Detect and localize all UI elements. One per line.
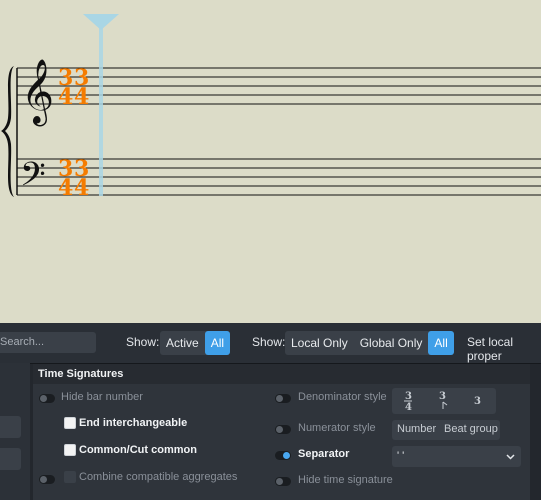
local-only-button[interactable]: Local Only [285, 331, 354, 355]
hide-bar-number-label: Hide bar number [61, 391, 143, 403]
denominator-style-picker[interactable]: 3 4 3 3 [392, 388, 496, 414]
bass-clef-icon: 𝄢 [20, 156, 46, 202]
denominator-style-icons: 3 4 3 3 [404, 391, 481, 413]
end-interchangeable-label: End interchangeable [79, 417, 188, 429]
score-canvas[interactable]: 𝄞 𝄢 3 3 4 4 3 3 4 4 [0, 0, 541, 323]
numerator-beat-group-option[interactable]: Beat group [444, 423, 498, 435]
show-all-button-2[interactable]: All [428, 331, 454, 355]
svg-text:3: 3 [439, 391, 446, 402]
hide-time-signature-toggle[interactable] [275, 477, 291, 486]
caret-line [99, 14, 103, 196]
svg-text:4: 4 [405, 402, 412, 413]
chevron-down-icon [506, 454, 515, 460]
bass-timesig-den: 4 [58, 175, 73, 201]
combine-aggregates-checkbox[interactable] [64, 471, 76, 483]
separator-dropdown[interactable]: ' ' [392, 446, 521, 467]
combine-aggregates-toggle[interactable] [39, 475, 55, 484]
numerator-style-label: Numerator style [298, 422, 376, 434]
sidebar-item-1[interactable] [0, 416, 21, 438]
show-label-2: Show: [252, 335, 286, 349]
svg-text:3: 3 [405, 391, 412, 402]
score-view[interactable]: 𝄞 𝄢 3 3 4 4 3 3 4 4 [0, 0, 541, 323]
show-all-button-1[interactable]: All [204, 331, 231, 355]
treble-timesig-den-2: 4 [74, 84, 89, 110]
active-all-toggle: Active All [160, 331, 231, 355]
separator-toggle[interactable] [275, 451, 291, 460]
hide-time-signature-label: Hide time signature [298, 474, 393, 486]
global-only-button[interactable]: Global Only [354, 331, 429, 355]
search-input[interactable]: Search... [0, 332, 96, 353]
numerator-style-picker[interactable]: Number Beat group [392, 420, 500, 440]
show-active-button[interactable]: Active [160, 331, 205, 355]
end-interchangeable-checkbox[interactable] [64, 417, 76, 429]
svg-text:3: 3 [474, 396, 481, 407]
numerator-style-toggle[interactable] [275, 425, 291, 434]
treble-clef-icon: 𝄞 [21, 59, 54, 126]
group-sidebar [0, 363, 30, 500]
sidebar-item-2[interactable] [0, 448, 21, 470]
brace [1, 66, 14, 197]
scope-toggle: Local Only Global Only All [285, 331, 454, 355]
common-cut-label: Common/Cut common [79, 444, 197, 456]
properties-panel: Search... Show: Active All Show: Local O… [0, 323, 541, 500]
treble-staff [17, 67, 541, 105]
combine-aggregates-label: Combine compatible aggregates [79, 471, 238, 483]
time-signatures-section: Time Signatures Hide bar number End inte… [33, 364, 530, 500]
denominator-style-toggle[interactable] [275, 394, 291, 403]
separator-label: Separator [298, 448, 350, 460]
numerator-number-option[interactable]: Number [397, 423, 436, 435]
denominator-style-label: Denominator style [298, 391, 387, 403]
properties-toolbar: Search... Show: Active All Show: Local O… [0, 323, 541, 364]
treble-timesig-den: 4 [58, 84, 73, 110]
set-local-label: Set local proper [467, 335, 514, 363]
section-title: Time Signatures [33, 364, 530, 384]
common-cut-checkbox[interactable] [64, 444, 76, 456]
separator-value: ' ' [397, 450, 405, 462]
bass-staff [17, 158, 541, 196]
show-label-1: Show: [126, 335, 160, 349]
bass-timesig-den-2: 4 [74, 175, 89, 201]
hide-bar-number-toggle[interactable] [39, 394, 55, 403]
